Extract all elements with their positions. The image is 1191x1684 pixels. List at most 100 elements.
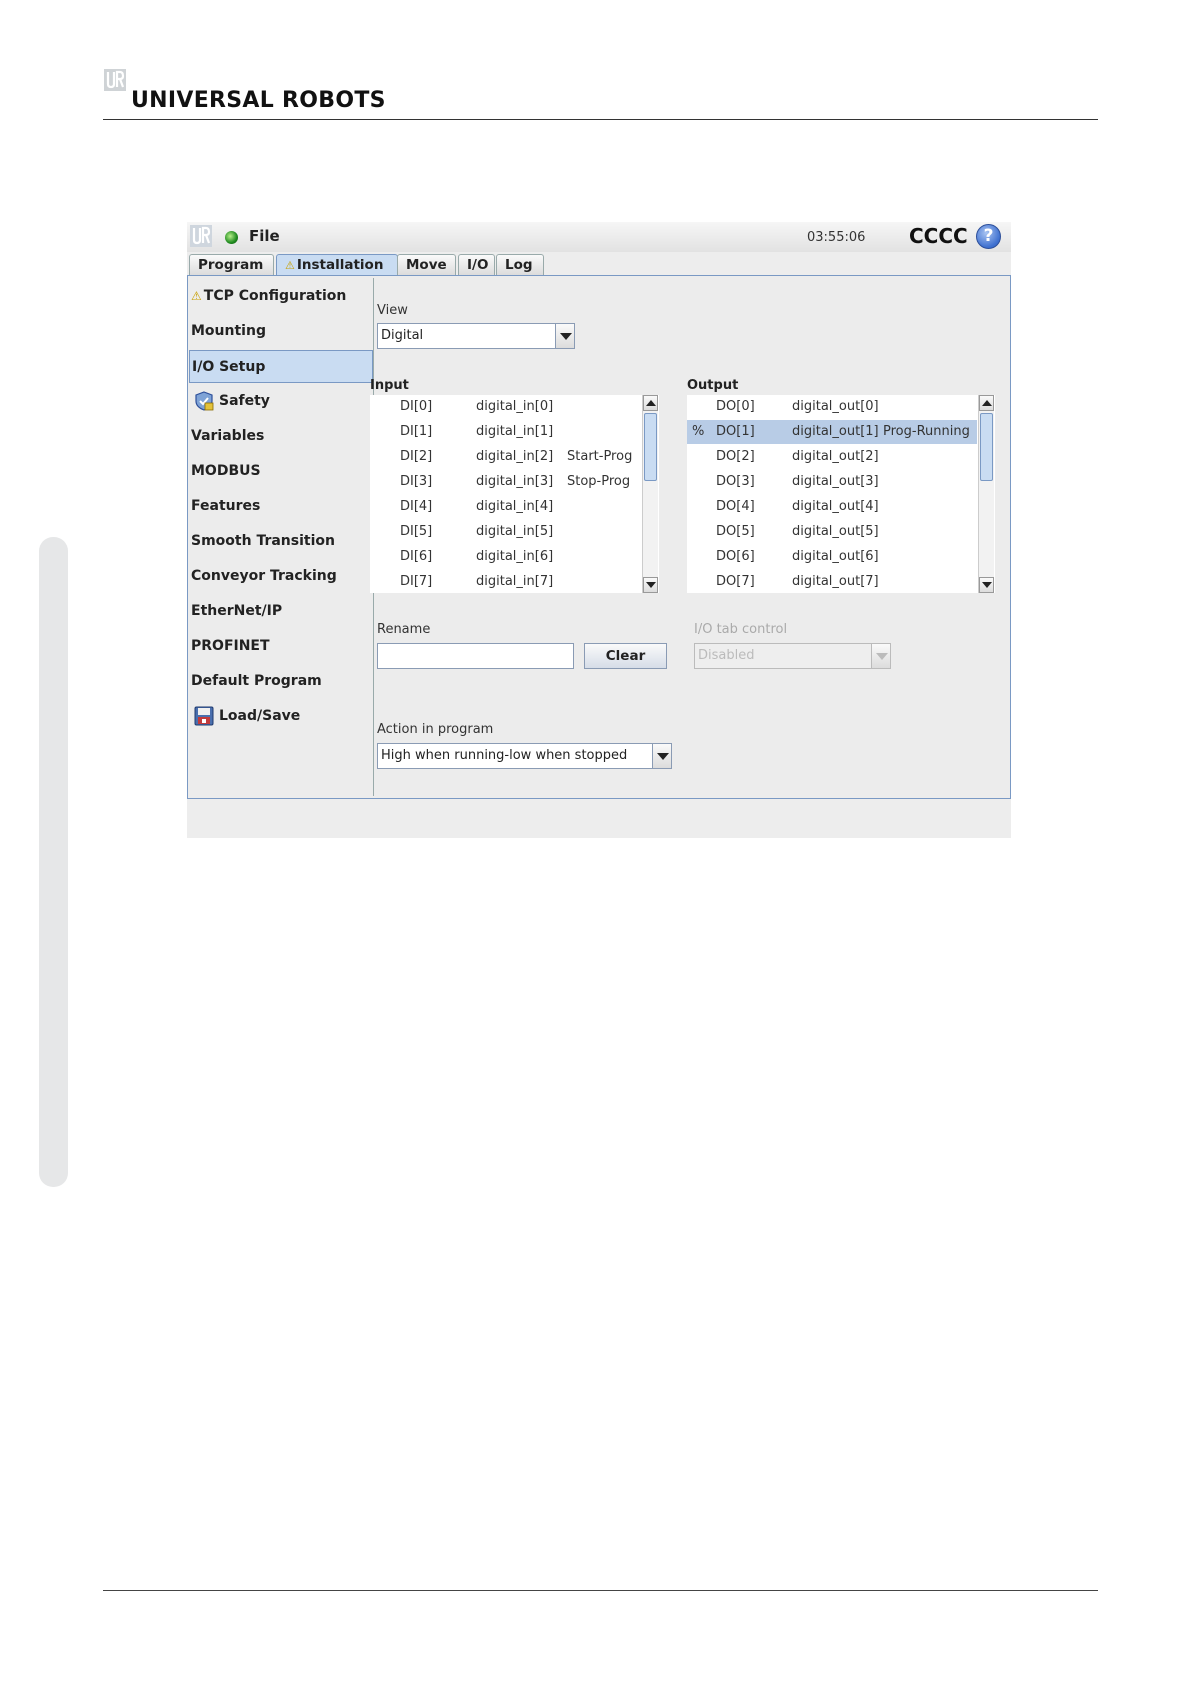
- input-row[interactable]: DI[7] digital_in[7]: [370, 570, 642, 593]
- io-name: digital_out[1]: [792, 424, 879, 439]
- input-row[interactable]: DI[4] digital_in[4]: [370, 495, 642, 519]
- io-id: DO[0]: [716, 399, 755, 414]
- input-row[interactable]: DI[3] digital_in[3] Stop-Prog: [370, 470, 642, 494]
- document-footer-rule: [103, 1590, 1098, 1591]
- io-id: DI[6]: [400, 549, 433, 564]
- io-name: digital_in[6]: [476, 549, 554, 564]
- top-bar: File 03:55:06 CCCC ?: [187, 222, 1011, 252]
- nav-item-io-setup[interactable]: I/O Setup: [189, 350, 373, 383]
- io-setup-content: View Digital Input Output DI[0] digital_i…: [370, 278, 1008, 796]
- input-label: Input: [370, 378, 409, 393]
- output-row[interactable]: DO[0] digital_out[0]: [687, 395, 977, 419]
- io-name: digital_in[7]: [476, 574, 554, 589]
- scroll-down-icon[interactable]: [979, 577, 994, 593]
- io-id: DO[1]: [716, 424, 755, 439]
- scroll-thumb[interactable]: [644, 413, 657, 481]
- io-id: DI[7]: [400, 574, 433, 589]
- tab-program[interactable]: Program: [189, 254, 274, 275]
- tab-io[interactable]: I/O: [458, 254, 495, 275]
- output-row[interactable]: DO[2] digital_out[2]: [687, 445, 977, 469]
- safety-shield-icon: [195, 391, 214, 411]
- input-row[interactable]: DI[5] digital_in[5]: [370, 520, 642, 544]
- page-side-marker: [39, 537, 68, 1187]
- nav-item-smooth-transition[interactable]: Smooth Transition: [189, 525, 373, 558]
- tab-installation[interactable]: ⚠ Installation: [276, 254, 398, 277]
- io-name: digital_in[5]: [476, 524, 554, 539]
- nav-item-ethernet-ip[interactable]: EtherNet/IP: [189, 595, 373, 628]
- io-tab-control-select: Disabled: [694, 643, 891, 669]
- view-label: View: [377, 303, 408, 318]
- output-label: Output: [687, 378, 739, 393]
- input-row[interactable]: DI[1] digital_in[1]: [370, 420, 642, 444]
- chevron-down-icon[interactable]: [555, 324, 574, 348]
- ur-logo-icon: [104, 69, 126, 91]
- io-name: digital_in[0]: [476, 399, 554, 414]
- io-id: DI[4]: [400, 499, 433, 514]
- io-name: digital_out[5]: [792, 524, 879, 539]
- output-row[interactable]: DO[3] digital_out[3]: [687, 470, 977, 494]
- robot-name: CCCC: [909, 224, 968, 248]
- io-name: digital_out[6]: [792, 549, 879, 564]
- io-id: DO[4]: [716, 499, 755, 514]
- input-row[interactable]: DI[0] digital_in[0]: [370, 395, 642, 419]
- help-icon[interactable]: ?: [976, 224, 1001, 249]
- io-id: DO[3]: [716, 474, 755, 489]
- input-row[interactable]: DI[6] digital_in[6]: [370, 545, 642, 569]
- input-row[interactable]: DI[2] digital_in[2] Start-Prog: [370, 445, 642, 469]
- nav-item-profinet[interactable]: PROFINET: [189, 630, 373, 663]
- io-id: DO[6]: [716, 549, 755, 564]
- installation-panel: ⚠ TCP Configuration Mounting I/O Setup Sa…: [187, 275, 1011, 799]
- output-row[interactable]: DO[4] digital_out[4]: [687, 495, 977, 519]
- nav-item-tcp-configuration[interactable]: ⚠ TCP Configuration: [189, 280, 373, 313]
- ur-logo-icon: [190, 225, 212, 247]
- io-func: Stop-Prog: [567, 474, 631, 489]
- nav-item-safety[interactable]: Safety: [189, 385, 373, 418]
- scroll-up-icon[interactable]: [643, 395, 658, 411]
- action-in-program-select[interactable]: High when running-low when stopped: [377, 743, 672, 769]
- rename-label: Rename: [377, 622, 431, 637]
- output-row[interactable]: DO[5] digital_out[5]: [687, 520, 977, 544]
- clear-button[interactable]: Clear: [584, 643, 667, 669]
- io-name: digital_in[4]: [476, 499, 554, 514]
- main-tabs: Program ⚠ Installation Move I/O Log: [187, 254, 1011, 277]
- view-select[interactable]: Digital: [377, 323, 575, 349]
- io-name: digital_in[1]: [476, 424, 554, 439]
- io-id: DI[0]: [400, 399, 433, 414]
- io-func: Prog-Running: [883, 424, 970, 439]
- action-in-program-label: Action in program: [377, 722, 494, 737]
- nav-item-conveyor-tracking[interactable]: Conveyor Tracking: [189, 560, 373, 593]
- output-row[interactable]: DO[7] digital_out[7]: [687, 570, 977, 593]
- rename-field[interactable]: [377, 643, 574, 669]
- nav-item-mounting[interactable]: Mounting: [189, 315, 373, 348]
- nav-item-features[interactable]: Features: [189, 490, 373, 523]
- io-func: Start-Prog: [567, 449, 633, 464]
- nav-item-modbus[interactable]: MODBUS: [189, 455, 373, 488]
- io-id: DI[2]: [400, 449, 433, 464]
- tab-log[interactable]: Log: [496, 254, 544, 275]
- chevron-down-icon: [871, 644, 890, 668]
- floppy-disk-icon: [194, 706, 214, 726]
- io-id: DI[5]: [400, 524, 433, 539]
- installation-nav: ⚠ TCP Configuration Mounting I/O Setup Sa…: [189, 278, 374, 796]
- io-name: digital_out[4]: [792, 499, 879, 514]
- io-name: digital_in[3]: [476, 474, 554, 489]
- io-name: digital_in[2]: [476, 449, 554, 464]
- nav-item-default-program[interactable]: Default Program: [189, 665, 373, 698]
- tab-move[interactable]: Move: [397, 254, 456, 275]
- nav-item-load-save[interactable]: Load/Save: [189, 700, 373, 733]
- io-id: DI[1]: [400, 424, 433, 439]
- output-row[interactable]: % DO[1] digital_out[1] Prog-Running: [687, 420, 977, 444]
- io-name: digital_out[3]: [792, 474, 879, 489]
- output-list-scrollbar[interactable]: [978, 395, 994, 593]
- file-menu[interactable]: File: [249, 227, 280, 245]
- nav-item-variables[interactable]: Variables: [189, 420, 373, 453]
- scroll-up-icon[interactable]: [979, 395, 994, 411]
- scroll-down-icon[interactable]: [643, 577, 658, 593]
- output-row[interactable]: DO[6] digital_out[6]: [687, 545, 977, 569]
- scroll-thumb[interactable]: [980, 413, 993, 481]
- clock: 03:55:06: [807, 230, 866, 245]
- chevron-down-icon[interactable]: [652, 744, 671, 768]
- input-list-scrollbar[interactable]: [642, 395, 658, 593]
- robot-status-icon[interactable]: [225, 231, 238, 244]
- io-name: digital_out[2]: [792, 449, 879, 464]
